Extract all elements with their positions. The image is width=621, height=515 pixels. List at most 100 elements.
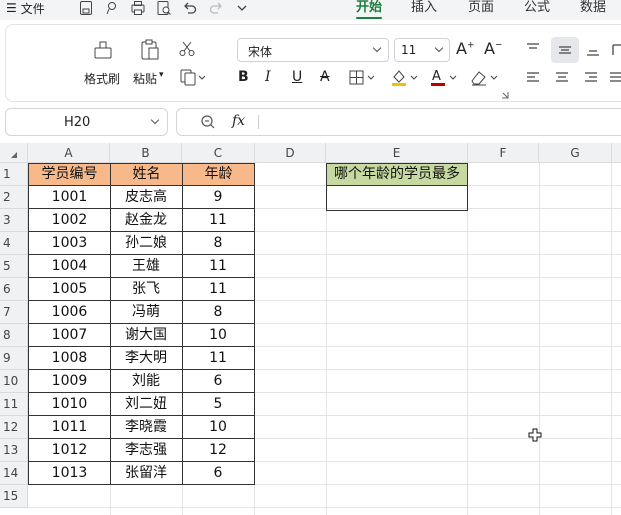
increase-font-icon[interactable]: A+ (456, 39, 475, 58)
align-right-icon[interactable] (583, 70, 599, 90)
table-header-cell[interactable]: 姓名 (110, 163, 183, 186)
table-cell[interactable]: 王雄 (110, 255, 183, 278)
table-cell[interactable]: 张留洋 (110, 462, 183, 485)
tab-home[interactable]: 开始 (356, 0, 382, 16)
table-cell[interactable]: 11 (182, 255, 255, 278)
table-cell[interactable]: 10 (182, 324, 255, 347)
fill-color-icon[interactable] (390, 68, 420, 92)
answer-cell-e2[interactable] (326, 186, 468, 211)
column-header-h[interactable] (612, 143, 621, 163)
save-icon[interactable] (78, 0, 94, 16)
column-header-a[interactable]: A (28, 143, 110, 163)
tab-insert[interactable]: 插入 (411, 0, 437, 16)
table-cell[interactable]: 1005 (28, 278, 111, 301)
table-cell[interactable]: 11 (182, 347, 255, 370)
paste-label[interactable]: 粘贴 (133, 70, 157, 87)
table-cell[interactable]: 9 (182, 186, 255, 209)
row-header[interactable]: 2 (0, 186, 28, 209)
justify-icon[interactable] (609, 70, 621, 90)
orientation-icon[interactable] (611, 41, 621, 61)
table-header-cell[interactable]: 年龄 (182, 163, 255, 186)
table-cell[interactable]: 6 (182, 462, 255, 485)
row-header[interactable]: 13 (0, 439, 28, 462)
select-all-corner[interactable] (0, 143, 28, 163)
eraser-icon[interactable] (468, 68, 500, 92)
print-icon[interactable] (130, 0, 146, 16)
table-cell[interactable]: 李志强 (110, 439, 183, 462)
table-header-cell[interactable]: 学员编号 (28, 163, 111, 186)
format-painter-icon[interactable] (92, 39, 114, 65)
row-header[interactable]: 1 (0, 163, 28, 186)
column-header-d[interactable]: D (255, 143, 326, 163)
column-header-g[interactable]: G (539, 143, 612, 163)
table-cell[interactable]: 1010 (28, 393, 111, 416)
table-cell[interactable]: 11 (182, 278, 255, 301)
table-cell[interactable]: 8 (182, 232, 255, 255)
italic-icon[interactable]: I (265, 69, 271, 85)
row-header[interactable]: 10 (0, 370, 28, 393)
table-cell[interactable]: 1006 (28, 301, 111, 324)
print-preview-icon[interactable] (156, 0, 172, 16)
font-size-select[interactable]: 11 (394, 38, 450, 62)
table-cell[interactable]: 1002 (28, 209, 111, 232)
column-header-c[interactable]: C (182, 143, 255, 163)
table-cell[interactable]: 刘二妞 (110, 393, 183, 416)
column-header-b[interactable]: B (110, 143, 182, 163)
table-cell[interactable]: 1004 (28, 255, 111, 278)
row-header[interactable]: 5 (0, 255, 28, 278)
row-header[interactable]: 12 (0, 416, 28, 439)
column-header-e[interactable]: E (326, 143, 468, 163)
row-header[interactable]: 4 (0, 232, 28, 255)
table-cell[interactable]: 12 (182, 439, 255, 462)
table-cell[interactable]: 刘能 (110, 370, 183, 393)
align-bottom-icon[interactable] (585, 41, 601, 61)
column-header-f[interactable]: F (468, 143, 539, 163)
table-cell[interactable]: 5 (182, 393, 255, 416)
row-header[interactable]: 8 (0, 324, 28, 347)
table-cell[interactable]: 孙二娘 (110, 232, 183, 255)
table-cell[interactable]: 谢大国 (110, 324, 183, 347)
table-cell[interactable]: 李晓霞 (110, 416, 183, 439)
tab-formula[interactable]: 公式 (524, 0, 550, 16)
paste-dropdown-icon[interactable]: ▾ (159, 70, 164, 80)
table-cell[interactable]: 冯萌 (110, 301, 183, 324)
decrease-font-icon[interactable]: A− (484, 39, 503, 58)
formula-bar[interactable]: fx (176, 108, 621, 136)
row-header[interactable]: 9 (0, 347, 28, 370)
border-icon[interactable] (349, 70, 377, 90)
table-cell[interactable]: 10 (182, 416, 255, 439)
question-cell-e1[interactable]: 哪个年龄的学员最多 (326, 163, 468, 186)
align-middle-icon[interactable] (557, 42, 573, 62)
file-menu[interactable]: ☰ 文件 (6, 0, 45, 16)
table-cell[interactable]: 6 (182, 370, 255, 393)
font-dialog-launcher-icon[interactable] (501, 88, 509, 103)
align-center-icon[interactable] (554, 70, 570, 90)
function-icon[interactable]: fx (232, 113, 245, 129)
font-name-select[interactable]: 宋体 (237, 38, 389, 62)
row-header[interactable]: 11 (0, 393, 28, 416)
table-cell[interactable]: 1001 (28, 186, 111, 209)
table-cell[interactable]: 1012 (28, 439, 111, 462)
tab-data[interactable]: 数据 (580, 0, 606, 16)
name-box[interactable]: H20 (5, 108, 168, 136)
copy-icon[interactable] (179, 68, 206, 90)
font-color-icon[interactable]: A (429, 68, 459, 92)
align-top-icon[interactable] (525, 41, 541, 61)
underline-icon[interactable]: U (292, 69, 302, 85)
row-header[interactable]: 15 (0, 485, 28, 508)
row-header[interactable]: 7 (0, 301, 28, 324)
row-header[interactable]: 3 (0, 209, 28, 232)
tab-page[interactable]: 页面 (468, 0, 494, 16)
format-painter-label[interactable]: 格式刷 (84, 70, 120, 87)
cut-icon[interactable] (178, 40, 196, 62)
table-cell[interactable]: 11 (182, 209, 255, 232)
zoom-icon[interactable] (200, 114, 216, 134)
bold-icon[interactable]: B (238, 69, 249, 85)
export-icon[interactable] (104, 0, 120, 16)
table-cell[interactable]: 1013 (28, 462, 111, 485)
table-cell[interactable]: 皮志高 (110, 186, 183, 209)
table-cell[interactable]: 1003 (28, 232, 111, 255)
row-header[interactable]: 14 (0, 462, 28, 485)
paste-icon[interactable] (139, 38, 161, 66)
table-cell[interactable]: 1008 (28, 347, 111, 370)
